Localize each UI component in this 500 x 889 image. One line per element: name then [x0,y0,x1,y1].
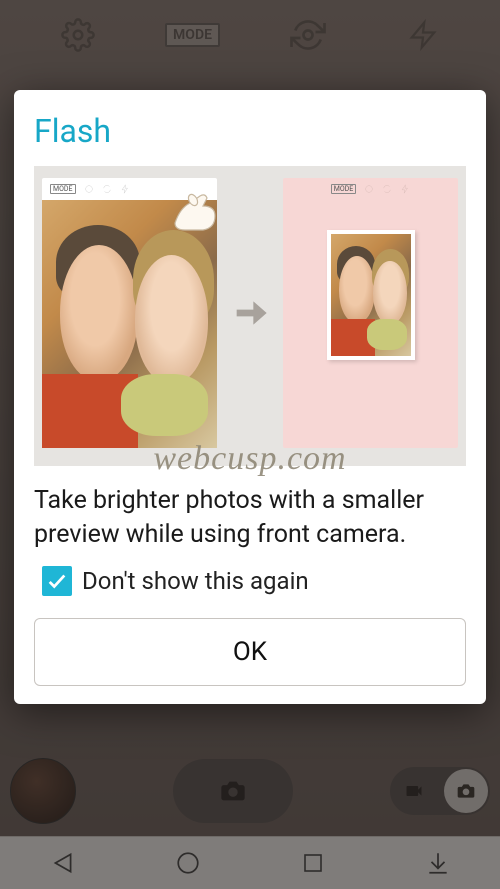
arrow-right-icon [230,293,270,333]
illus-mode-label: MODE [331,184,357,194]
dialog-title: Flash [34,112,466,150]
illustration-after: MODE [283,178,458,448]
ok-button[interactable]: OK [34,618,466,686]
dont-show-again-row[interactable]: Don't show this again [42,566,466,596]
illus-small-preview [327,230,415,360]
flash-icon [120,184,130,194]
checkbox-checked-icon[interactable] [42,566,72,596]
gear-icon [84,184,94,194]
flash-icon [400,184,410,194]
dialog-illustration: MODE MODE [34,166,466,466]
switch-camera-icon [382,184,392,194]
pointing-hand-icon [165,188,225,238]
illustration-before: MODE [42,178,217,448]
dialog-description: Take brighter photos with a smaller prev… [34,484,466,552]
illus-mode-label: MODE [50,184,76,194]
flash-dialog: Flash MODE MODE [14,90,486,704]
gear-icon [364,184,374,194]
checkbox-label: Don't show this again [82,567,309,595]
switch-camera-icon [102,184,112,194]
